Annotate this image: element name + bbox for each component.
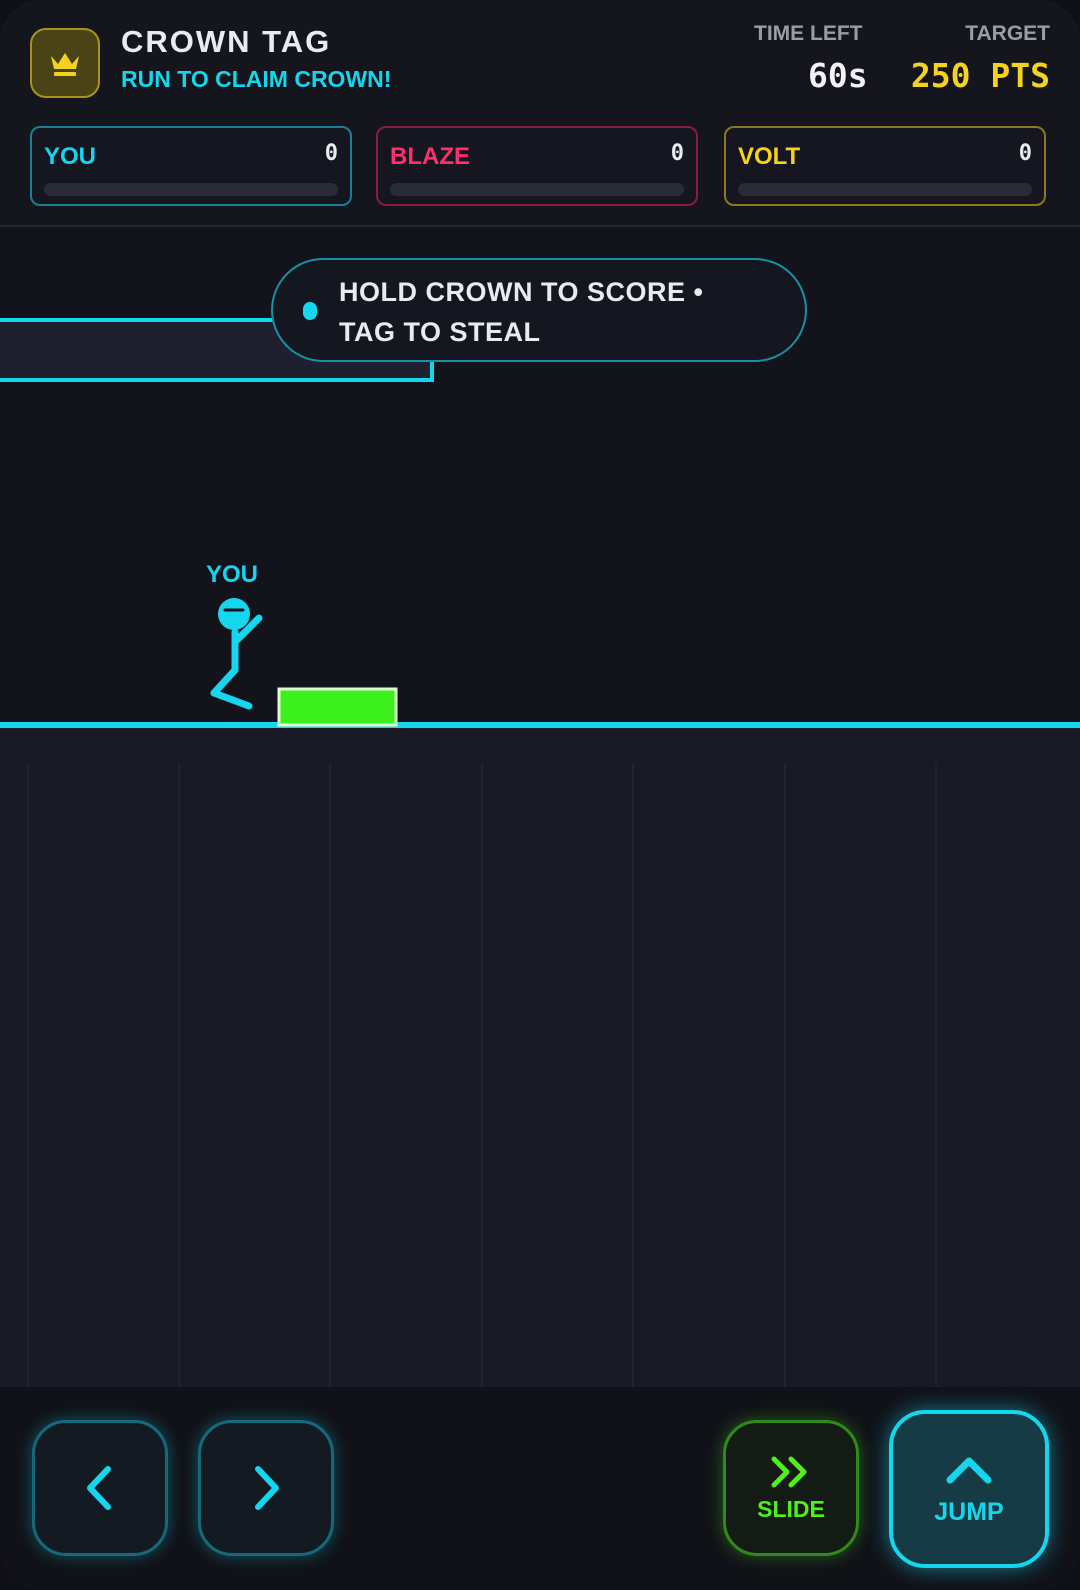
hud-header: CROWN TAG RUN TO CLAIM CROWN! TIME LEFT … <box>0 0 1080 227</box>
slide-label: SLIDE <box>757 1495 825 1522</box>
time-left-label: TIME LEFT <box>754 22 863 45</box>
scorecard-volt: VOLT 0 <box>724 126 1046 206</box>
player-score: 0 <box>324 141 338 166</box>
score-progress-bar <box>390 183 684 196</box>
player-stickman <box>210 598 263 710</box>
player-name: BLAZE <box>390 143 470 170</box>
jump-button[interactable]: JUMP <box>889 1410 1049 1568</box>
score-progress-bar <box>44 183 338 196</box>
game-screen: CROWN TAG RUN TO CLAIM CROWN! TIME LEFT … <box>0 0 1080 1590</box>
player-score: 0 <box>1018 141 1032 166</box>
game-title: CROWN TAG <box>121 24 332 59</box>
arena-graphics <box>0 318 1080 728</box>
crown-icon <box>51 53 79 76</box>
game-arena: HOLD CROWN TO SCORE • TAG TO STEAL YOU <box>0 227 1080 1387</box>
target-value: 250 PTS <box>910 56 1050 95</box>
control-bar: SLIDE JUMP <box>0 1387 1080 1590</box>
game-logo <box>30 28 100 98</box>
jump-label: JUMP <box>934 1497 1004 1526</box>
move-left-button[interactable] <box>32 1420 168 1556</box>
time-left-value: 60s <box>808 56 868 95</box>
score-progress-bar <box>738 183 1032 196</box>
target-label: TARGET <box>965 22 1050 45</box>
tip-indicator-dot <box>303 302 317 320</box>
player-name: VOLT <box>738 143 801 170</box>
player-score: 0 <box>670 141 684 166</box>
scorecard-you: YOU 0 <box>30 126 352 206</box>
move-right-button[interactable] <box>198 1420 334 1556</box>
double-chevron-right-icon <box>771 1456 807 1487</box>
scorecard-blaze: BLAZE 0 <box>376 126 698 206</box>
tip-text: HOLD CROWN TO SCORE • TAG TO STEAL <box>339 277 704 347</box>
game-status: RUN TO CLAIM CROWN! <box>121 66 392 92</box>
player-name: YOU <box>44 143 97 170</box>
player-name-tag: YOU <box>206 561 259 588</box>
chevron-left-icon <box>87 1466 111 1510</box>
chevron-right-icon <box>255 1466 279 1510</box>
chevron-up-icon <box>946 1457 992 1483</box>
tip-banner: HOLD CROWN TO SCORE • TAG TO STEAL <box>271 258 807 362</box>
slide-button[interactable]: SLIDE <box>723 1420 859 1556</box>
crate-obstacle <box>277 687 398 727</box>
